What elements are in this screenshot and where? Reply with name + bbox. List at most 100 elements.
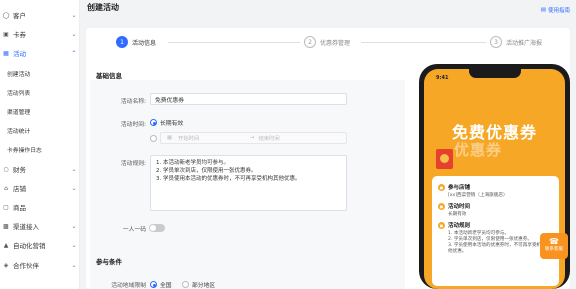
store-section-title: ● 参与店铺 xyxy=(438,183,553,191)
time-text: 长期有效 xyxy=(448,212,467,217)
radio-label: 部分地区 xyxy=(192,283,216,289)
section-title-basic: 基础信息 xyxy=(96,72,122,80)
sidebar-item-label: 财务 xyxy=(13,166,26,174)
step-poster[interactable]: 3 活动推广海报 xyxy=(490,36,542,48)
step-activity-info[interactable]: 1 活动信息 xyxy=(116,36,156,48)
step-divider xyxy=(361,42,486,43)
chevron-down-icon: ⌄ xyxy=(71,30,77,38)
rules-section-title: ● 活动规则 xyxy=(438,221,553,229)
radio-unchecked-icon xyxy=(182,281,189,288)
start-date-placeholder: 开始时间 xyxy=(178,136,200,142)
info-title: 活动时间 xyxy=(448,204,471,210)
sidebar-item-label: 合作伙伴 xyxy=(13,262,39,270)
radio-checked-icon xyxy=(150,281,157,288)
gift-icon: ▦ xyxy=(3,49,9,57)
sidebar-item-store[interactable]: ⌂ 店铺 ⌄ xyxy=(0,179,80,197)
name-label: 活动名称: xyxy=(120,99,146,105)
rules-line: 1. 本活动新老学员均可参与。 xyxy=(156,160,229,166)
rules-icon: ● xyxy=(438,221,445,229)
step-label: 优惠券管理 xyxy=(320,39,351,47)
step-number: 1 xyxy=(116,36,128,48)
sidebar-item-automation[interactable]: ▲ 自动化营销 ⌄ xyxy=(0,236,80,254)
sidebar-subitem-stats[interactable]: 活动统计 xyxy=(7,122,30,138)
sidebar-item-customer[interactable]: ◯ 客户 ⌄ xyxy=(0,6,80,24)
sidebar-item-label: 商品 xyxy=(13,204,26,212)
app-root: ◯ 客户 ⌄ ▣ 卡券 ⌄ ▦ 活动 ⌃ 创建活动 活动列表 渠道管理 活动统计… xyxy=(0,0,576,289)
store-text: [xx]西菜营销（上海旗舰店） xyxy=(448,193,508,198)
radio-checked-icon xyxy=(150,119,157,126)
date-range-picker[interactable]: ▦ 开始时间 → 结束时间 xyxy=(160,132,347,144)
chevron-down-icon: ⌄ xyxy=(71,222,77,230)
help-link-label: 使用指南 xyxy=(547,8,570,14)
sidebar-item-partner[interactable]: ◈ 合作伙伴 ⌄ xyxy=(0,256,80,274)
step-number: 2 xyxy=(304,36,316,48)
activity-name-input[interactable]: 免费优惠券 xyxy=(150,93,347,105)
plug-icon: ▩ xyxy=(3,222,9,230)
chevron-up-icon: ⌃ xyxy=(71,49,77,57)
time-long-radio[interactable]: 长期有效 xyxy=(150,118,183,127)
page-title: 创建活动 xyxy=(87,3,119,12)
sidebar-item-label: 渠道接入 xyxy=(13,223,39,231)
sidebar-item-label: 客户 xyxy=(13,12,26,20)
region-partial-radio[interactable]: 部分地区 xyxy=(182,280,215,289)
headset-icon: ☎ xyxy=(549,237,559,246)
sidebar-subitem-list[interactable]: 活动列表 xyxy=(7,84,30,100)
rules-line: 2. 学员单次到店，仅限使用一张优惠券。 xyxy=(156,168,257,174)
rules-text-line: 3. 学员使用本活动的优惠券时，不可再享受机构其他优惠。 xyxy=(448,243,551,254)
store-icon: ● xyxy=(438,183,445,191)
region-label: 活动地域限制 xyxy=(111,283,146,289)
section-title-participation: 参与条件 xyxy=(96,258,122,266)
step-divider xyxy=(168,42,300,43)
chevron-down-icon: ⌄ xyxy=(71,241,77,249)
red-envelope-icon xyxy=(436,149,453,169)
chevron-down-icon: ⌄ xyxy=(71,11,77,19)
step-coupon-manage[interactable]: 2 优惠券管理 xyxy=(304,36,350,48)
step-number: 3 xyxy=(490,36,502,48)
region-all-radio[interactable]: 全国 xyxy=(150,280,172,289)
sidebar-item-finance[interactable]: ○ 财务 ⌄ xyxy=(0,160,80,178)
info-title: 参与店铺 xyxy=(448,185,471,191)
sidebar: ◯ 客户 ⌄ ▣ 卡券 ⌄ ▦ 活动 ⌃ 创建活动 活动列表 渠道管理 活动统计… xyxy=(0,0,80,289)
sidebar-item-goods[interactable]: ▢ 商品 xyxy=(0,198,80,216)
help-link[interactable]: ▤ 使用指南 xyxy=(541,6,570,14)
calendar-icon: ▦ xyxy=(167,135,173,141)
radio-label: 长期有效 xyxy=(160,121,184,127)
chevron-down-icon: ⌄ xyxy=(71,184,77,192)
phone-info-card: ● 参与店铺 [xx]西菜营销（上海旗舰店） ● 活动时间 长期有效 ● 活动规… xyxy=(432,176,559,286)
info-title: 活动规则 xyxy=(448,223,471,229)
rules-label: 活动规则: xyxy=(120,161,146,167)
chevron-down-icon: ⌄ xyxy=(71,261,77,269)
book-icon: ▤ xyxy=(540,7,546,13)
store-icon: ⌂ xyxy=(4,184,8,192)
rules-textarea[interactable]: 1. 本活动新老学员均可参与。 2. 学员单次到店，仅限使用一张优惠券。 3. … xyxy=(150,155,347,211)
sidebar-subitem-create[interactable]: 创建活动 xyxy=(7,65,30,81)
steps-bar: 1 活动信息 2 优惠券管理 3 活动推广海报 xyxy=(86,36,570,54)
box-icon: ▢ xyxy=(3,203,9,211)
step-label: 活动信息 xyxy=(132,39,157,47)
radio-unchecked-icon xyxy=(150,135,157,142)
user-icon: ◯ xyxy=(2,11,10,19)
status-time: 9:41 xyxy=(436,75,449,81)
banner-subtitle: 优惠券 xyxy=(454,141,503,159)
sidebar-subitem-channel[interactable]: 渠道管理 xyxy=(7,103,30,119)
customer-service-button[interactable]: ☎ 联系客服 xyxy=(540,233,568,259)
sidebar-subitem-log[interactable]: 卡券操作日志 xyxy=(7,141,42,157)
rules-text: 1. 本活动新老学员均可参与。 2. 学员单次到店，仅限使用一张优惠券。 3. … xyxy=(448,231,553,255)
sidebar-item-label: 店铺 xyxy=(13,185,26,193)
step-label: 活动推广海报 xyxy=(506,39,543,47)
rules-line: 3. 学员使用本活动的优惠券时，不可再享受机构其他优惠。 xyxy=(156,176,301,182)
sidebar-item-channel-access[interactable]: ▩ 渠道接入 ⌄ xyxy=(0,217,80,235)
page-header: 创建活动 ▤ 使用指南 xyxy=(80,0,576,28)
time-section-title: ● 活动时间 xyxy=(438,202,553,210)
customer-service-label: 联系客服 xyxy=(545,247,563,252)
sidebar-item-label: 活动 xyxy=(13,50,26,58)
time-label: 活动时间: xyxy=(120,122,146,128)
one-person-toggle[interactable] xyxy=(149,224,165,232)
arrow-right-icon: → xyxy=(250,135,255,141)
partner-icon: ◈ xyxy=(3,261,9,269)
ticket-icon: ▣ xyxy=(3,30,9,38)
time-range-radio[interactable] xyxy=(150,135,157,142)
clock-icon: ● xyxy=(438,202,445,210)
sidebar-item-activity[interactable]: ▦ 活动 ⌃ xyxy=(0,44,80,62)
sidebar-item-coupons[interactable]: ▣ 卡券 ⌄ xyxy=(0,25,80,43)
